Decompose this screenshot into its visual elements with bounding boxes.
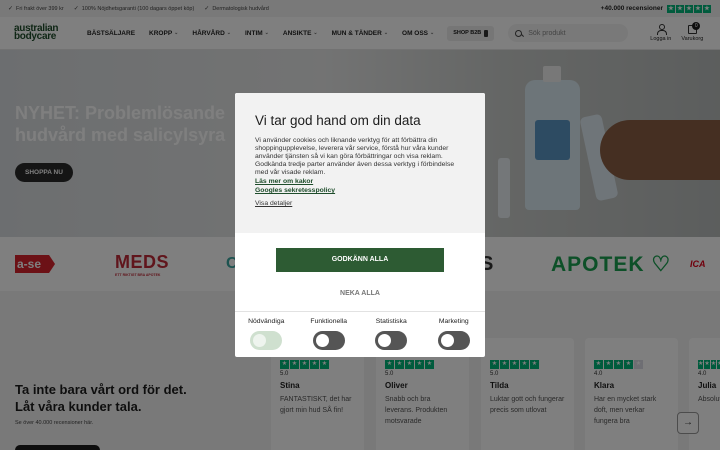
consent-toggles: Nödvändiga Funktionella Statistiska Mark… [235, 311, 485, 357]
functional-switch[interactable] [312, 331, 345, 350]
toggle-necessary: Nödvändiga [239, 318, 294, 357]
toggle-statistics: Statistiska [364, 318, 419, 357]
cookie-policy-link[interactable]: Läs mer om kakor [255, 177, 465, 186]
show-details-link[interactable]: Visa detaljer [255, 200, 465, 207]
google-privacy-link[interactable]: Googles sekretesspolicy [255, 186, 465, 195]
cookie-consent-dialog: Vi tar god hand om din data Vi använder … [235, 93, 485, 357]
consent-title: Vi tar god hand om din data [255, 113, 421, 128]
toggle-label: Nödvändiga [248, 318, 285, 325]
consent-header: Vi tar god hand om din data Vi använder … [235, 93, 485, 233]
toggle-label: Funktionella [310, 318, 348, 325]
statistics-switch[interactable] [375, 331, 408, 350]
necessary-switch [250, 331, 283, 350]
toggle-label: Marketing [438, 318, 469, 325]
deny-all-button[interactable]: NEKA ALLA [276, 283, 444, 305]
toggle-functional: Funktionella [301, 318, 356, 357]
marketing-switch[interactable] [437, 331, 470, 350]
toggle-label: Statistiska [375, 318, 407, 325]
accept-all-button[interactable]: GODKÄNN ALLA [276, 248, 444, 272]
toggle-marketing: Marketing [426, 318, 481, 357]
consent-body: Vi använder cookies och liknande verktyg… [255, 137, 455, 176]
